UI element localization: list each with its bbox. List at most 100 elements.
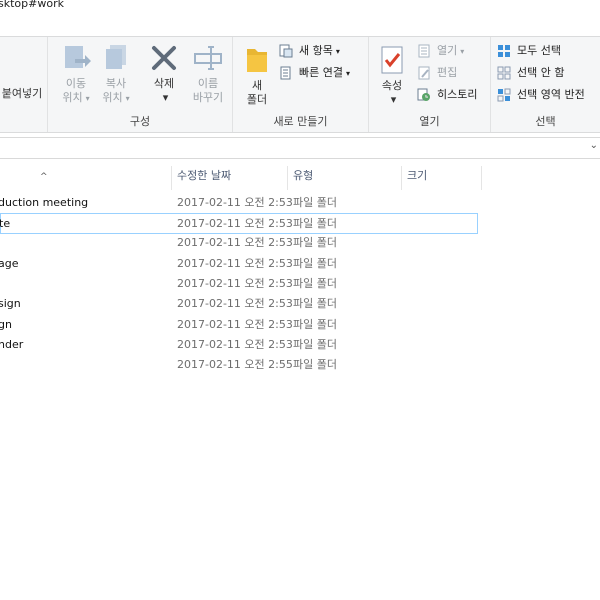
title-bar: sktop#work: [0, 0, 600, 14]
select-all-icon: [498, 45, 510, 57]
new-folder-label1: 새: [251, 79, 263, 92]
new-folder-label2: 폴더: [246, 93, 268, 106]
table-row[interactable]: 2017-02-11 오전 2:53 파일 폴더: [0, 274, 478, 293]
copy-to-icon: [106, 45, 126, 69]
row-type: 파일 폴더: [293, 196, 337, 209]
table-row[interactable]: 2017-02-11 오전 2:55 파일 폴더: [0, 355, 478, 374]
easy-access-label: 빠른 연결: [299, 66, 343, 79]
select-group-label: 선택: [535, 115, 556, 128]
invert-selection-label: 선택 영역 반전: [517, 88, 585, 101]
select-none-icon: [497, 66, 511, 80]
properties-button[interactable]: 속성 ▾: [373, 45, 411, 107]
delete-dropdown-icon[interactable]: ▾: [145, 91, 186, 105]
delete-button[interactable]: 삭제 ▾: [142, 43, 186, 105]
open-group-label: 열기: [419, 115, 440, 128]
row-name: te: [0, 217, 11, 230]
paste-label: 붙여넣기: [1, 87, 43, 100]
new-item-button[interactable]: 새 항목 ▾: [279, 41, 340, 61]
properties-dropdown-icon[interactable]: ▾: [376, 93, 411, 107]
file-list: ^ 수정한 날짜 유형 크기 duction meeting 2017-02-1…: [0, 158, 600, 600]
row-name: duction meeting: [0, 196, 89, 209]
row-name: age: [0, 257, 19, 270]
history-icon: [417, 88, 430, 101]
row-date: 2017-02-11 오전 2:53: [177, 196, 293, 209]
table-row[interactable]: nder 2017-02-11 오전 2:53 파일 폴더: [0, 335, 478, 354]
column-headers: ^ 수정한 날짜 유형 크기: [0, 166, 600, 190]
move-to-label2: 위치 ▾: [62, 91, 90, 104]
move-to-icon: [65, 46, 91, 68]
move-to-button[interactable]: 이동 위치 ▾: [56, 43, 96, 106]
select-none-label: 선택 안 함: [517, 66, 565, 79]
row-type: 파일 폴더: [293, 297, 337, 310]
rename-label2: 바꾸기: [192, 91, 224, 104]
select-all-label: 모두 선택: [517, 44, 561, 57]
row-date: 2017-02-11 오전 2:53: [177, 217, 293, 230]
row-date: 2017-02-11 오전 2:53: [177, 338, 293, 351]
row-type: 파일 폴더: [293, 257, 337, 270]
new-item-dropdown-icon: ▾: [335, 47, 340, 56]
row-name: sign: [0, 297, 21, 310]
row-date: 2017-02-11 오전 2:53: [177, 318, 293, 331]
table-row[interactable]: age 2017-02-11 오전 2:53 파일 폴더: [0, 254, 478, 273]
new-group: 새 폴더 새 항목 ▾ 빠른 연결 ▾ 새로 만들기: [233, 37, 369, 132]
table-row[interactable]: gn 2017-02-11 오전 2:53 파일 폴더: [0, 315, 478, 334]
rename-label1: 이름: [197, 77, 219, 90]
select-all-button[interactable]: 모두 선택: [497, 41, 561, 61]
select-none-button[interactable]: 선택 안 함: [497, 63, 564, 83]
new-folder-button[interactable]: 새 폴더: [239, 45, 275, 107]
row-date: 2017-02-11 오전 2:53: [177, 297, 293, 310]
delete-label: 삭제: [153, 77, 175, 90]
table-row[interactable]: sign 2017-02-11 오전 2:53 파일 폴더: [0, 294, 478, 313]
open-icon: [418, 44, 430, 58]
row-type: 파일 폴더: [293, 277, 337, 290]
column-header-date[interactable]: 수정한 날짜: [172, 166, 288, 190]
new-group-label: 새로 만들기: [273, 115, 328, 128]
rename-icon: [194, 46, 222, 70]
address-dropdown-icon[interactable]: ⌄: [590, 140, 598, 151]
properties-label: 속성: [381, 79, 403, 92]
table-row-selected[interactable]: te 2017-02-11 오전 2:53 파일 폴더: [0, 213, 478, 234]
invert-selection-icon: [497, 88, 511, 102]
open-button[interactable]: 열기 ▾: [417, 41, 464, 61]
row-type: 파일 폴더: [293, 358, 337, 371]
table-row[interactable]: duction meeting 2017-02-11 오전 2:53 파일 폴더: [0, 193, 478, 212]
edit-label: 편집: [437, 66, 458, 79]
address-bar[interactable]: ⌄: [0, 137, 600, 159]
select-group: 모두 선택 선택 안 함 선택 영역 반전 선택: [491, 37, 600, 132]
move-to-label1: 이동: [65, 77, 87, 90]
window-path: sktop#work: [0, 0, 64, 10]
edit-button[interactable]: 편집: [417, 63, 457, 83]
row-name: gn: [0, 318, 12, 331]
row-type: 파일 폴더: [293, 236, 337, 249]
history-label: 히스토리: [437, 88, 478, 101]
organize-group: 이동 위치 ▾ 복사 위치 ▾ 삭제 ▾ 이름 바꾸기 구성: [48, 37, 233, 132]
copy-to-button[interactable]: 복사 위치 ▾: [96, 43, 136, 106]
organize-group-label: 구성: [129, 115, 151, 128]
row-date: 2017-02-11 오전 2:53: [177, 257, 293, 270]
paste-button[interactable]: 붙여넣기: [0, 87, 52, 101]
row-date: 2017-02-11 오전 2:53: [177, 236, 293, 249]
easy-access-dropdown-icon: ▾: [345, 69, 350, 78]
row-name: nder: [0, 338, 24, 351]
easy-access-button[interactable]: 빠른 연결 ▾: [279, 63, 350, 83]
sort-ascending-icon: ^: [40, 172, 48, 182]
column-header-type[interactable]: 유형: [288, 166, 402, 190]
row-type: 파일 폴더: [293, 217, 337, 230]
properties-icon: [381, 46, 403, 74]
row-type: 파일 폴더: [293, 318, 337, 331]
invert-selection-button[interactable]: 선택 영역 반전: [497, 85, 585, 105]
column-header-name[interactable]: ^: [0, 166, 172, 190]
open-label: 열기: [437, 44, 458, 57]
row-type: 파일 폴더: [293, 338, 337, 351]
new-item-icon: [279, 44, 293, 58]
table-row[interactable]: 2017-02-11 오전 2:53 파일 폴더: [0, 233, 478, 252]
ribbon: 붙여넣기 이동 위치 ▾ 복사 위치 ▾ 삭제 ▾ 이름 바꾸기 구성 새 폴더…: [0, 36, 600, 133]
row-date: 2017-02-11 오전 2:53: [177, 277, 293, 290]
column-header-size[interactable]: 크기: [402, 166, 482, 190]
copy-to-label1: 복사: [105, 77, 127, 90]
edit-icon: [418, 66, 430, 80]
new-item-label: 새 항목: [299, 44, 333, 57]
rename-button[interactable]: 이름 바꾸기: [184, 43, 232, 105]
copy-to-label2: 위치 ▾: [102, 91, 130, 104]
history-button[interactable]: 히스토리: [417, 85, 477, 105]
